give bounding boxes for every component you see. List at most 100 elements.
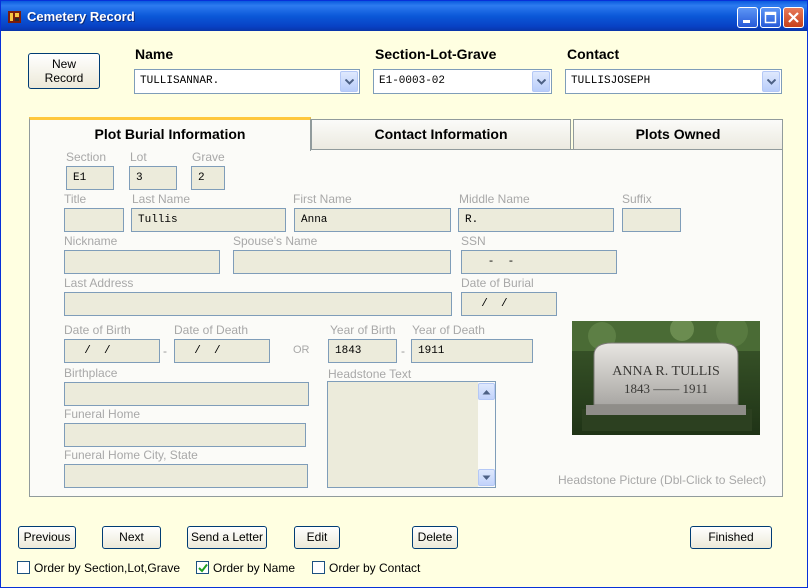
date-of-death-label: Date of Death	[174, 323, 249, 337]
chevron-down-icon	[767, 79, 776, 85]
headstone-inscription-years: 1843 —— 1911	[624, 381, 708, 396]
new-record-button[interactable]: New Record	[28, 53, 100, 89]
first-name-label: First Name	[293, 192, 352, 206]
chevron-down-icon	[345, 79, 354, 85]
last-name-field[interactable]: Tullis	[131, 208, 286, 232]
funeral-home-label: Funeral Home	[64, 407, 141, 421]
date-of-death-value: / /	[181, 345, 221, 357]
birthplace-field[interactable]	[64, 382, 309, 406]
funeral-home-city-label: Funeral Home City, State	[64, 448, 198, 462]
order-by-section-label: Order by Section,Lot,Grave	[34, 561, 181, 575]
previous-button[interactable]: Previous	[18, 526, 76, 549]
headstone-text-area[interactable]	[327, 381, 496, 488]
section-field[interactable]: E1	[66, 166, 114, 190]
close-icon	[788, 12, 799, 23]
minimize-button[interactable]	[737, 7, 758, 28]
scroll-up-button[interactable]	[478, 383, 495, 400]
headstone-picture[interactable]: ANNA R. TULLIS 1843 —— 1911	[572, 321, 760, 435]
year-of-death-label: Year of Death	[412, 323, 485, 337]
checkbox-box[interactable]	[196, 561, 209, 574]
headstone-text-scrollbar[interactable]	[478, 382, 495, 487]
scroll-down-button[interactable]	[478, 469, 495, 486]
lot-field-label: Lot	[130, 150, 147, 164]
headstone-text-label: Headstone Text	[328, 367, 412, 381]
checkbox-box[interactable]	[312, 561, 325, 574]
order-by-contact-label: Order by Contact	[329, 561, 421, 575]
date-range-dash: -	[163, 344, 167, 358]
nickname-field[interactable]	[64, 250, 220, 274]
window-title: Cemetery Record	[27, 9, 135, 24]
headstone-inscription-name: ANNA R. TULLIS	[612, 364, 719, 379]
grave-field[interactable]: 2	[191, 166, 225, 190]
date-of-burial-field[interactable]: / /	[461, 292, 557, 316]
date-of-death-field[interactable]: / /	[174, 339, 270, 363]
contact-combobox[interactable]: TULLISJOSEPH	[565, 69, 782, 94]
lot-field[interactable]: 3	[129, 166, 177, 190]
last-name-value: Tullis	[138, 214, 178, 226]
order-by-name-checkbox[interactable]: Order by Name	[196, 561, 306, 577]
ssn-value: - -	[468, 256, 515, 268]
title-field[interactable]	[64, 208, 124, 232]
checkbox-box[interactable]	[17, 561, 30, 574]
order-by-contact-checkbox[interactable]: Order by Contact	[312, 561, 432, 577]
birthplace-label: Birthplace	[64, 366, 118, 380]
year-of-birth-field[interactable]: 1843	[328, 339, 397, 363]
tab-plot-burial-information[interactable]: Plot Burial Information	[29, 117, 311, 151]
suffix-label: Suffix	[622, 192, 652, 206]
finished-button[interactable]: Finished	[690, 526, 772, 549]
app-icon	[8, 11, 21, 23]
minimize-icon	[743, 20, 750, 23]
middle-name-field[interactable]: R.	[458, 208, 614, 232]
spouse-name-field[interactable]	[233, 250, 451, 274]
date-of-burial-value: / /	[468, 298, 508, 310]
year-of-death-value: 1911	[418, 345, 445, 357]
close-button[interactable]	[783, 7, 804, 28]
last-address-field[interactable]	[64, 292, 452, 316]
funeral-home-city-field[interactable]	[64, 464, 308, 488]
date-of-birth-value: / /	[71, 345, 111, 357]
date-of-birth-label: Date of Birth	[64, 323, 131, 337]
next-button[interactable]: Next	[102, 526, 161, 549]
tab-contact-information[interactable]: Contact Information	[311, 119, 571, 150]
maximize-button[interactable]	[760, 7, 781, 28]
name-dropdown-button[interactable]	[340, 71, 358, 92]
grave-field-value: 2	[198, 172, 205, 184]
delete-button[interactable]: Delete	[412, 526, 458, 549]
grave-field-label: Grave	[192, 150, 225, 164]
section-dropdown-button[interactable]	[532, 71, 550, 92]
maximize-icon	[764, 11, 777, 24]
last-name-label: Last Name	[132, 192, 191, 206]
contact-combobox-value: TULLISJOSEPH	[571, 75, 651, 87]
date-of-birth-field[interactable]: / /	[64, 339, 160, 363]
chevron-up-icon	[482, 390, 491, 395]
spouse-name-label: Spouse's Name	[233, 234, 318, 248]
name-combobox-value: TULLISANNAR.	[140, 75, 220, 87]
suffix-field[interactable]	[622, 208, 681, 232]
contact-label: Contact	[567, 46, 620, 62]
title-bar[interactable]: Cemetery Record	[1, 1, 807, 31]
order-by-section-checkbox[interactable]: Order by Section,Lot,Grave	[17, 561, 187, 577]
middle-name-value: R.	[465, 214, 479, 226]
checkmark-icon	[198, 563, 208, 573]
first-name-value: Anna	[301, 214, 328, 226]
middle-name-label: Middle Name	[459, 192, 530, 206]
chevron-down-icon	[482, 475, 491, 480]
funeral-home-field[interactable]	[64, 423, 306, 447]
section-field-label: Section	[66, 150, 107, 164]
send-a-letter-button[interactable]: Send a Letter	[187, 526, 267, 549]
year-of-death-field[interactable]: 1911	[411, 339, 533, 363]
name-label: Name	[135, 46, 174, 62]
nickname-label: Nickname	[64, 234, 118, 248]
edit-button[interactable]: Edit	[294, 526, 340, 549]
section-lot-grave-combobox[interactable]: E1-0003-02	[373, 69, 552, 94]
headstone-picture-caption: Headstone Picture (Dbl-Click to Select)	[558, 473, 767, 487]
first-name-field[interactable]: Anna	[294, 208, 451, 232]
contact-dropdown-button[interactable]	[762, 71, 780, 92]
year-range-dash: -	[401, 344, 405, 358]
tab-plots-owned[interactable]: Plots Owned	[573, 119, 783, 150]
year-of-birth-value: 1843	[335, 345, 362, 357]
name-combobox[interactable]: TULLISANNAR.	[134, 69, 360, 94]
ssn-field[interactable]: - -	[461, 250, 617, 274]
year-of-birth-label: Year of Birth	[330, 323, 396, 337]
or-label: OR	[293, 344, 310, 356]
